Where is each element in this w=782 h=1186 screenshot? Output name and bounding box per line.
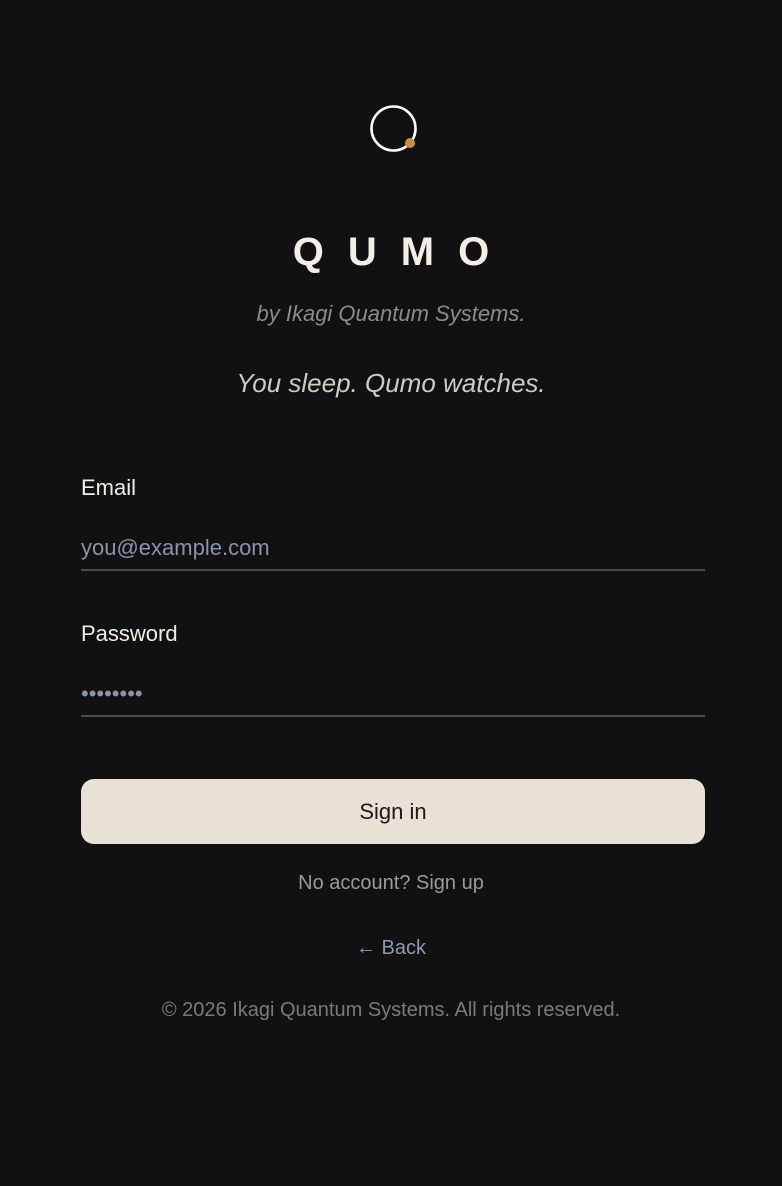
back-row: ← Back [0, 935, 782, 961]
back-link[interactable]: ← Back [356, 937, 426, 959]
footer-copyright: © 2026 Ikagi Quantum Systems. All rights… [161, 999, 621, 1021]
back-label: Back [381, 937, 427, 959]
no-account-text: No account? [298, 872, 411, 894]
brand-name: QUMO [292, 230, 514, 274]
sign-up-link[interactable]: Sign up [416, 872, 484, 894]
arrow-left-icon: ← [355, 937, 376, 959]
password-label: Password [81, 621, 178, 646]
circle-orbit-icon [370, 105, 417, 152]
email-label: Email [81, 475, 137, 500]
logo-dot [405, 138, 415, 148]
email-field[interactable] [81, 527, 705, 571]
brand-tagline: You sleep. Qumo watches. [236, 368, 546, 398]
brand-byline: by Ikagi Quantum Systems. [256, 301, 526, 326]
signup-prompt: No account? Sign up [0, 870, 782, 896]
password-field[interactable] [81, 673, 705, 717]
sign-in-button[interactable]: Sign in [81, 779, 705, 844]
